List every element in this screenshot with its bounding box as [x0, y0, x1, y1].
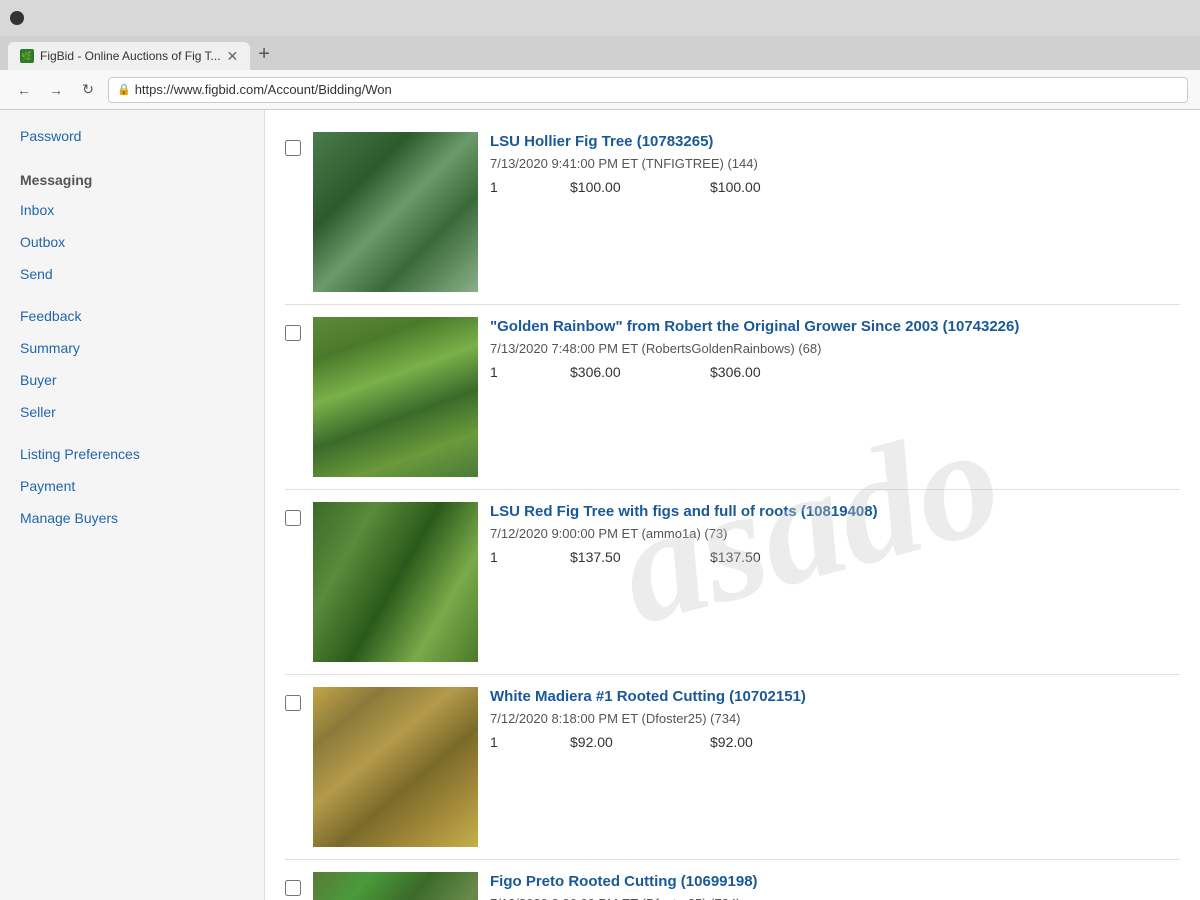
items-container: LSU Hollier Fig Tree (10783265) 7/13/202…: [285, 120, 1180, 900]
item-image-3: [313, 687, 478, 847]
item-image-4: [313, 872, 478, 900]
item-meta-4: 7/12/2020 8:06:00 PM ET (Dfoster25) (734…: [490, 896, 1180, 900]
browser-frame: 🌿 FigBid - Online Auctions of Fig T... ✕…: [0, 0, 1200, 900]
url-text: https://www.figbid.com/Account/Bidding/W…: [135, 82, 392, 97]
item-image-0: [313, 132, 478, 292]
item-pricing-0: 1 $100.00 $100.00: [490, 179, 1180, 195]
main-content: asado LSU Hollier Fig Tree (10783265) 7/…: [265, 110, 1200, 900]
sidebar-item-send[interactable]: Send: [0, 258, 264, 290]
item-details-0: LSU Hollier Fig Tree (10783265) 7/13/202…: [490, 132, 1180, 195]
auction-item: Figo Preto Rooted Cutting (10699198) 7/1…: [285, 860, 1180, 900]
item-total-2: $137.50: [710, 549, 790, 565]
sidebar-item-summary[interactable]: Summary: [0, 332, 264, 364]
item-price-1: $306.00: [570, 364, 650, 380]
item-checkbox-4[interactable]: [285, 880, 301, 896]
item-pricing-1: 1 $306.00 $306.00: [490, 364, 1180, 380]
sidebar-item-inbox[interactable]: Inbox: [0, 194, 264, 226]
item-details-1: "Golden Rainbow" from Robert the Origina…: [490, 317, 1180, 380]
item-price-3: $92.00: [570, 734, 650, 750]
item-checkbox-3[interactable]: [285, 695, 301, 711]
sidebar-item-payment[interactable]: Payment: [0, 470, 264, 502]
item-meta-1: 7/13/2020 7:48:00 PM ET (RobertsGoldenRa…: [490, 341, 1180, 356]
item-pricing-2: 1 $137.50 $137.50: [490, 549, 1180, 565]
auction-item: White Madiera #1 Rooted Cutting (1070215…: [285, 675, 1180, 860]
nav-bar: ← → ↻ 🔒 https://www.figbid.com/Account/B…: [0, 70, 1200, 110]
auction-item: LSU Red Fig Tree with figs and full of r…: [285, 490, 1180, 675]
page-content: Password Messaging Inbox Outbox Send Fee…: [0, 110, 1200, 900]
sidebar-divider-2: [0, 290, 264, 300]
item-qty-2: 1: [490, 549, 510, 565]
sidebar-item-listing-prefs[interactable]: Listing Preferences: [0, 438, 264, 470]
sidebar-item-outbox[interactable]: Outbox: [0, 226, 264, 258]
forward-button[interactable]: →: [44, 78, 68, 102]
back-button[interactable]: ←: [12, 78, 36, 102]
title-bar: [0, 0, 1200, 36]
item-title-1[interactable]: "Golden Rainbow" from Robert the Origina…: [490, 317, 1180, 337]
item-details-4: Figo Preto Rooted Cutting (10699198) 7/1…: [490, 872, 1180, 900]
sidebar-item-manage-buyers[interactable]: Manage Buyers: [0, 502, 264, 534]
item-title-4[interactable]: Figo Preto Rooted Cutting (10699198): [490, 872, 1180, 892]
item-price-0: $100.00: [570, 179, 650, 195]
lock-icon: 🔒: [117, 83, 131, 96]
item-title-3[interactable]: White Madiera #1 Rooted Cutting (1070215…: [490, 687, 1180, 707]
new-tab-button[interactable]: +: [250, 39, 278, 70]
item-meta-0: 7/13/2020 9:41:00 PM ET (TNFIGTREE) (144…: [490, 156, 1180, 171]
item-image-1: [313, 317, 478, 477]
refresh-button[interactable]: ↻: [76, 78, 100, 102]
item-checkbox-1[interactable]: [285, 325, 301, 341]
item-details-3: White Madiera #1 Rooted Cutting (1070215…: [490, 687, 1180, 750]
item-pricing-3: 1 $92.00 $92.00: [490, 734, 1180, 750]
item-checkbox-2[interactable]: [285, 510, 301, 526]
auction-item: LSU Hollier Fig Tree (10783265) 7/13/202…: [285, 120, 1180, 305]
tab-title: FigBid - Online Auctions of Fig T...: [40, 49, 221, 63]
window-controls: [10, 11, 24, 25]
sidebar-item-seller[interactable]: Seller: [0, 396, 264, 428]
active-tab[interactable]: 🌿 FigBid - Online Auctions of Fig T... ✕: [8, 42, 250, 70]
sidebar-item-buyer[interactable]: Buyer: [0, 364, 264, 396]
tab-bar: 🌿 FigBid - Online Auctions of Fig T... ✕…: [0, 36, 1200, 70]
item-total-1: $306.00: [710, 364, 790, 380]
item-details-2: LSU Red Fig Tree with figs and full of r…: [490, 502, 1180, 565]
item-meta-3: 7/12/2020 8:18:00 PM ET (Dfoster25) (734…: [490, 711, 1180, 726]
tab-favicon: 🌿: [20, 49, 34, 63]
item-total-3: $92.00: [710, 734, 790, 750]
item-qty-3: 1: [490, 734, 510, 750]
item-title-2[interactable]: LSU Red Fig Tree with figs and full of r…: [490, 502, 1180, 522]
sidebar: Password Messaging Inbox Outbox Send Fee…: [0, 110, 265, 900]
sidebar-item-password[interactable]: Password: [0, 120, 264, 152]
item-image-2: [313, 502, 478, 662]
item-qty-0: 1: [490, 179, 510, 195]
sidebar-divider-1: [0, 152, 264, 162]
item-checkbox-0[interactable]: [285, 140, 301, 156]
sidebar-divider-3: [0, 428, 264, 438]
item-title-0[interactable]: LSU Hollier Fig Tree (10783265): [490, 132, 1180, 152]
sidebar-item-feedback[interactable]: Feedback: [0, 300, 264, 332]
sidebar-messaging-header: Messaging: [0, 162, 264, 194]
auction-item: "Golden Rainbow" from Robert the Origina…: [285, 305, 1180, 490]
item-price-2: $137.50: [570, 549, 650, 565]
item-total-0: $100.00: [710, 179, 790, 195]
item-meta-2: 7/12/2020 9:00:00 PM ET (ammo1a) (73): [490, 526, 1180, 541]
tab-close-button[interactable]: ✕: [227, 48, 239, 65]
address-bar[interactable]: 🔒 https://www.figbid.com/Account/Bidding…: [108, 77, 1188, 103]
item-qty-1: 1: [490, 364, 510, 380]
